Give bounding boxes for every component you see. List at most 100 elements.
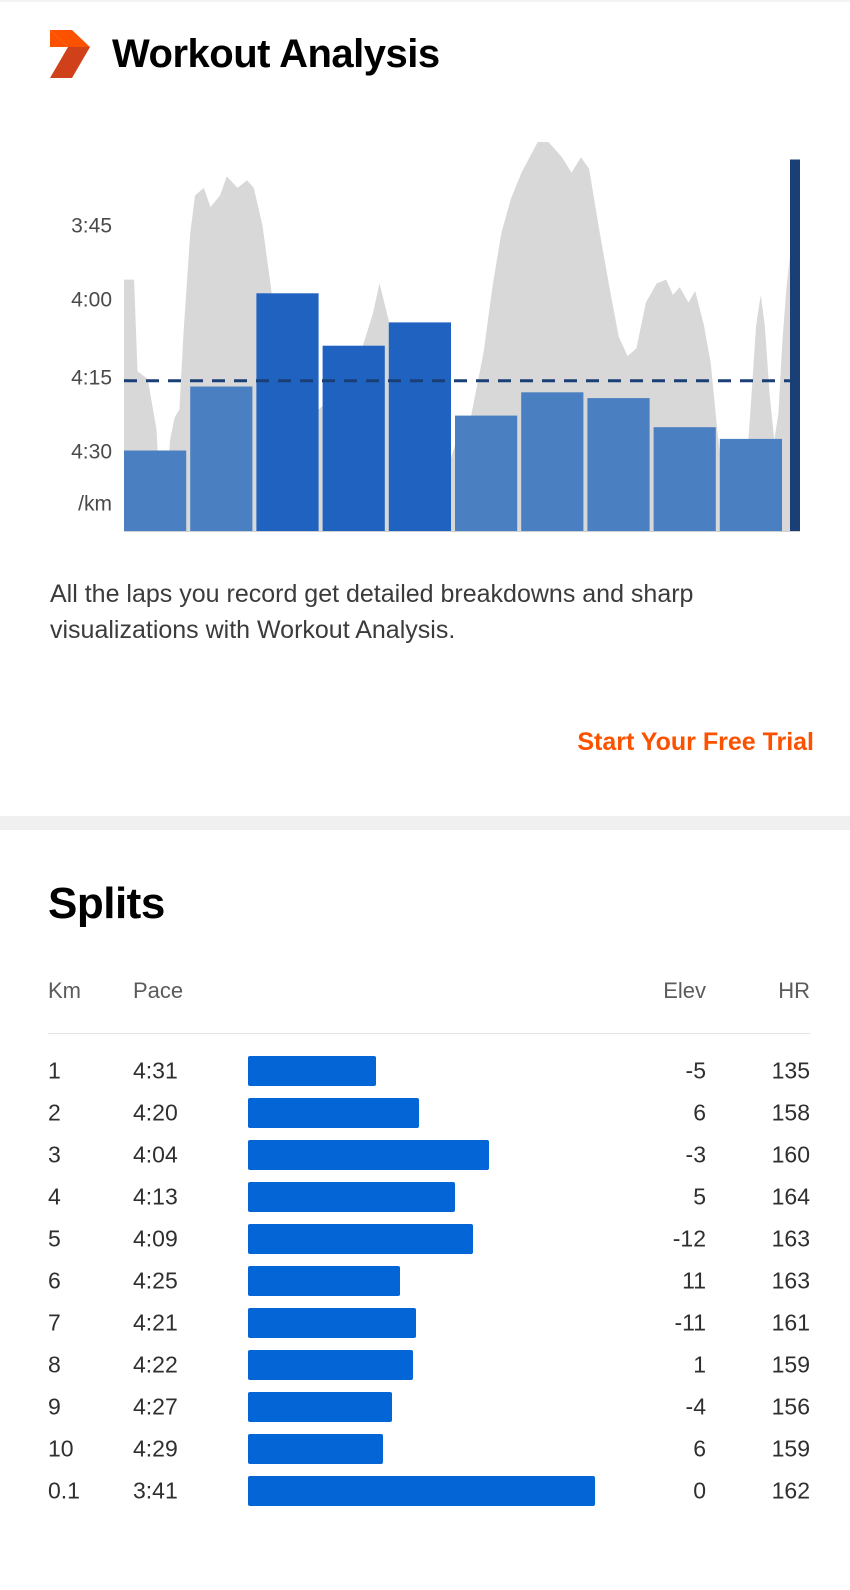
split-hr: 156 — [771, 1393, 810, 1420]
split-pace-bar — [248, 1224, 473, 1254]
split-hr: 135 — [771, 1057, 810, 1084]
split-pace-bar — [248, 1182, 455, 1212]
split-pace-bar — [248, 1476, 595, 1506]
split-km: 7 — [48, 1309, 61, 1336]
table-row[interactable]: 1 4:31 -5 135 — [48, 1050, 810, 1092]
split-km: 3 — [48, 1141, 61, 1168]
table-row[interactable]: 8 4:22 1 159 — [48, 1344, 810, 1386]
pace-bar[interactable] — [388, 322, 451, 532]
y-axis-unit-label: /km — [78, 492, 112, 516]
y-tick-0: 3:45 — [71, 214, 112, 238]
page-title: Workout Analysis — [112, 32, 440, 76]
pace-bar[interactable] — [790, 159, 800, 533]
split-pace: 4:04 — [133, 1141, 178, 1168]
table-row[interactable]: 2 4:20 6 158 — [48, 1092, 810, 1134]
split-km: 4 — [48, 1183, 61, 1210]
splits-card: Splits Km Pace Elev HR 1 4:31 -5 135 2 4:20 6 1… — [0, 830, 850, 1590]
split-elev: 1 — [693, 1351, 706, 1378]
table-row[interactable]: 3 4:04 -3 160 — [48, 1134, 810, 1176]
split-km: 6 — [48, 1267, 61, 1294]
split-hr: 160 — [771, 1141, 810, 1168]
split-pace: 4:25 — [133, 1267, 178, 1294]
split-elev: 5 — [693, 1183, 706, 1210]
split-pace-bar — [248, 1266, 400, 1296]
split-pace: 4:20 — [133, 1099, 178, 1126]
split-hr: 159 — [771, 1351, 810, 1378]
split-hr: 159 — [771, 1435, 810, 1462]
splits-table-header: Km Pace Elev HR — [48, 980, 810, 1034]
pace-bar[interactable] — [653, 427, 716, 532]
column-header-elev: Elev — [663, 978, 706, 1003]
pace-bar[interactable] — [719, 438, 782, 532]
split-pace: 4:21 — [133, 1309, 178, 1336]
split-elev: -5 — [685, 1057, 706, 1084]
pace-bar[interactable] — [124, 450, 187, 533]
column-header-km: Km — [48, 978, 81, 1003]
split-elev: 11 — [682, 1267, 706, 1294]
split-km: 9 — [48, 1393, 61, 1420]
y-tick-1: 4:00 — [71, 288, 112, 312]
split-km: 10 — [48, 1435, 74, 1462]
split-km: 2 — [48, 1099, 61, 1126]
workout-analysis-promo-card: Workout Analysis 3:45 4:00 4:15 4:30 /km… — [0, 2, 850, 816]
split-pace: 4:27 — [133, 1393, 178, 1420]
table-row[interactable]: 5 4:09 -12 163 — [48, 1218, 810, 1260]
splits-table: Km Pace Elev HR 1 4:31 -5 135 2 4:20 6 158 3 4:04… — [48, 980, 810, 1512]
strava-chevron-icon — [50, 30, 90, 78]
split-pace: 3:41 — [133, 1477, 178, 1504]
split-pace-bar — [248, 1350, 413, 1380]
split-pace-bar — [248, 1056, 376, 1086]
split-elev: 0 — [693, 1477, 706, 1504]
table-row[interactable]: 0.1 3:41 0 162 — [48, 1470, 810, 1512]
pace-bar[interactable] — [256, 293, 319, 532]
pace-bar[interactable] — [322, 345, 385, 532]
pace-bar[interactable] — [455, 415, 518, 532]
start-free-trial-link[interactable]: Start Your Free Trial — [577, 728, 814, 757]
split-pace-bar — [248, 1098, 419, 1128]
split-pace: 4:13 — [133, 1183, 178, 1210]
section-divider — [0, 816, 850, 830]
split-hr: 163 — [771, 1267, 810, 1294]
splits-table-body: 1 4:31 -5 135 2 4:20 6 158 3 4:04 -3 160 4 4:13 5 164 5 4… — [48, 1034, 810, 1512]
table-row[interactable]: 6 4:25 11 163 — [48, 1260, 810, 1302]
y-tick-3: 4:30 — [71, 440, 112, 464]
split-pace-bar — [248, 1308, 416, 1338]
column-header-hr: HR — [778, 978, 810, 1003]
promo-description: All the laps you record get detailed bre… — [50, 580, 694, 645]
split-hr: 162 — [771, 1477, 810, 1504]
table-row[interactable]: 10 4:29 6 159 — [48, 1428, 810, 1470]
table-row[interactable]: 4 4:13 5 164 — [48, 1176, 810, 1218]
workout-analysis-page: Workout Analysis 3:45 4:00 4:15 4:30 /km… — [0, 0, 850, 1590]
split-pace: 4:22 — [133, 1351, 178, 1378]
split-hr: 158 — [771, 1099, 810, 1126]
split-hr: 163 — [771, 1225, 810, 1252]
pace-bar[interactable] — [587, 398, 650, 532]
promo-header: Workout Analysis — [50, 30, 440, 78]
pace-chart: 3:45 4:00 4:15 4:30 /km — [0, 142, 850, 542]
split-elev: -4 — [685, 1393, 706, 1420]
splits-heading: Splits — [48, 879, 165, 928]
table-row[interactable]: 7 4:21 -11 161 — [48, 1302, 810, 1344]
split-km: 5 — [48, 1225, 61, 1252]
split-pace: 4:29 — [133, 1435, 178, 1462]
column-header-pace: Pace — [133, 978, 184, 1003]
pace-bar[interactable] — [190, 386, 253, 533]
split-elev: -3 — [685, 1141, 706, 1168]
split-km: 0.1 — [48, 1477, 80, 1504]
split-hr: 161 — [771, 1309, 810, 1336]
split-hr: 164 — [771, 1183, 810, 1210]
chart-plot-area — [124, 142, 800, 532]
split-pace-bar — [248, 1434, 383, 1464]
split-elev: 6 — [693, 1099, 706, 1126]
split-pace-bar — [248, 1140, 489, 1170]
pace-bar[interactable] — [521, 392, 584, 532]
split-km: 1 — [48, 1057, 61, 1084]
split-pace: 4:31 — [133, 1057, 178, 1084]
split-km: 8 — [48, 1351, 61, 1378]
split-pace: 4:09 — [133, 1225, 178, 1252]
split-elev: -12 — [672, 1225, 706, 1252]
split-pace-bar — [248, 1392, 392, 1422]
split-elev: 6 — [693, 1435, 706, 1462]
y-tick-2: 4:15 — [71, 366, 112, 390]
table-row[interactable]: 9 4:27 -4 156 — [48, 1386, 810, 1428]
